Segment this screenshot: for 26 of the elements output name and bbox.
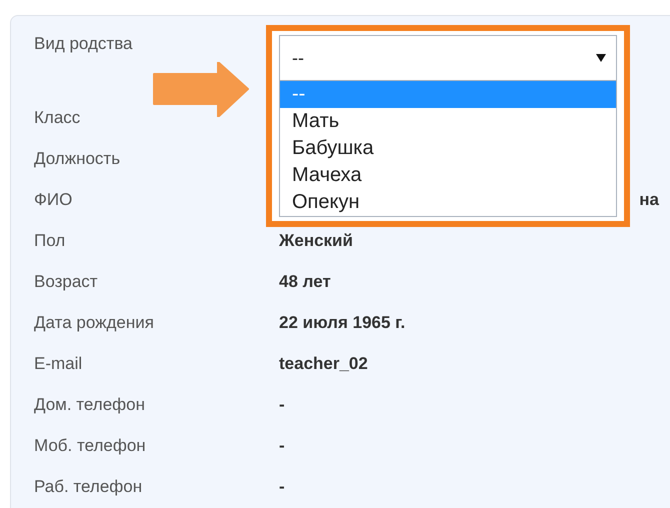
field-value: teacher_02 [279, 354, 368, 374]
caret-icon [596, 54, 606, 62]
arrow-icon [152, 62, 250, 117]
field-label: Раб. телефон [34, 476, 144, 496]
field-label: Пол [34, 230, 66, 250]
field-label: Моб. телефон [34, 436, 147, 456]
field-value: 22 июля 1965 г. [279, 312, 406, 332]
field-label: Дата рождения [34, 312, 155, 332]
field-label: Вид родства [34, 34, 134, 54]
field-label: Дом. телефон [34, 394, 146, 414]
field-label: Возраст [34, 272, 99, 292]
dropdown-option[interactable]: Опекун [280, 189, 616, 216]
dropdown-option[interactable]: Мачеха [280, 162, 616, 189]
field-value: - [279, 436, 285, 456]
field-value: - [279, 476, 285, 496]
field-value: на [639, 190, 659, 210]
field-value: Женский [279, 230, 353, 250]
dropdown-option[interactable]: Мать [280, 108, 616, 135]
relation-select[interactable]: -- [279, 35, 617, 80]
field-label: Должность [34, 148, 122, 168]
dropdown-option[interactable]: Бабушка [280, 135, 616, 162]
field-label: E-mail [34, 354, 84, 374]
field-label: Класс [34, 108, 82, 128]
field-value: - [279, 394, 285, 414]
field-label: ФИО [34, 190, 74, 210]
field-value: 48 лет [279, 272, 331, 292]
